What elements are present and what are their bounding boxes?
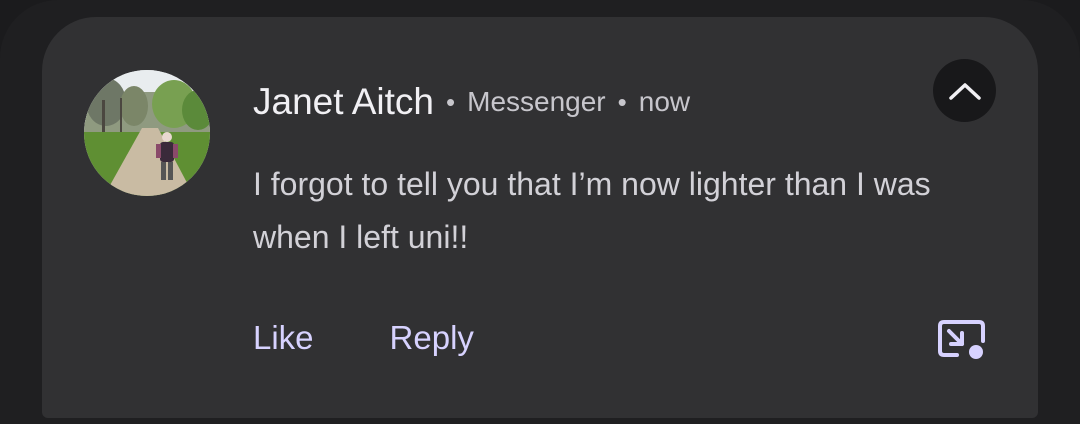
sender-name: Janet Aitch xyxy=(253,81,435,122)
collapse-button[interactable] xyxy=(933,59,996,122)
chevron-up-icon xyxy=(948,82,981,100)
notification-actions: Like Reply xyxy=(253,315,474,361)
reply-button[interactable]: Reply xyxy=(390,319,474,357)
bubble-button[interactable] xyxy=(935,317,989,363)
open-in-bubble-icon xyxy=(938,320,985,359)
app-name: Messenger xyxy=(467,86,606,117)
timestamp: now xyxy=(638,86,691,117)
contact-avatar xyxy=(84,70,210,196)
notification-header: Janet Aitch • Messenger • now xyxy=(253,79,690,125)
header-separator: • xyxy=(617,86,627,117)
notification-shade: Janet Aitch • Messenger • now I forgot t… xyxy=(0,0,1080,424)
like-button[interactable]: Like xyxy=(253,319,314,357)
avatar-photo xyxy=(84,70,210,196)
header-separator: • xyxy=(446,86,456,117)
message-text: I forgot to tell you that I’m now lighte… xyxy=(253,166,931,255)
message-notification[interactable]: Janet Aitch • Messenger • now I forgot t… xyxy=(42,17,1038,418)
